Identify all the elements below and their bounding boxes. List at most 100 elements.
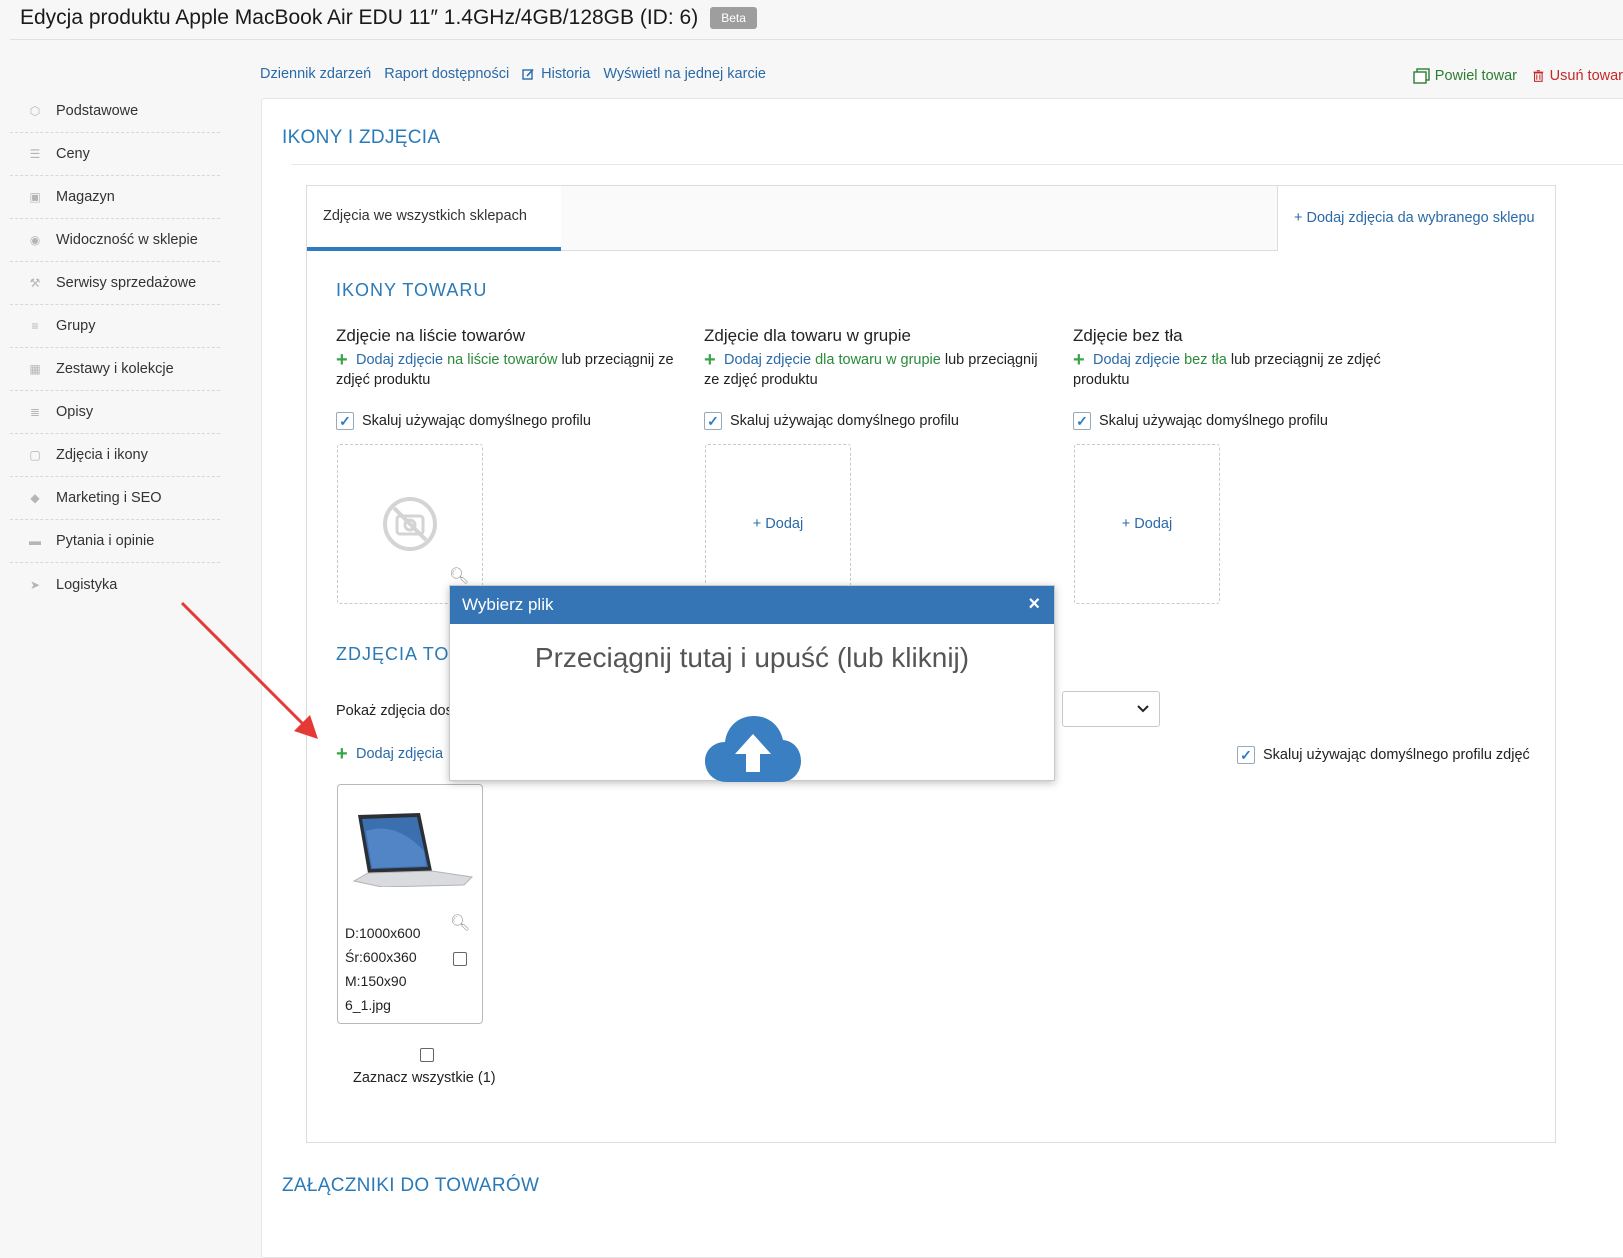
photo-select-checkbox[interactable]	[453, 952, 467, 971]
photo-size-m: M:150x90	[345, 973, 407, 989]
checkbox-box	[453, 952, 467, 966]
scale-photos-checkbox[interactable]: ✓	[1237, 746, 1255, 764]
sidebar-item-marketing[interactable]: ◆ Marketing i SEO	[10, 477, 220, 520]
scale-label: Skaluj używając domyślnego profilu	[1099, 413, 1328, 429]
column-description: + Dodaj zdjęcie bez tła lub przeciągnij z…	[1073, 350, 1433, 390]
history-link[interactable]: Historia	[522, 66, 590, 82]
plus-icon: +	[704, 349, 716, 371]
sidebar-item-groups[interactable]: ≡ Grupy	[10, 305, 220, 348]
scale-option: ✓ Skaluj używając domyślnego profilu	[1073, 412, 1433, 430]
column-hint: lub przeciągnij ze zdjęć	[1230, 352, 1381, 368]
journal-link[interactable]: Dziennik zdarzeń	[260, 66, 371, 82]
drop-zone[interactable]: Przeciągnij tutaj i upuść (lub kliknij)	[450, 624, 1054, 782]
show-photos-label: Pokaż zdjęcia dost	[336, 703, 457, 719]
page-title-text: Edycja produktu Apple MacBook Air EDU 11…	[20, 6, 699, 29]
photo-filename: 6_1.jpg	[345, 997, 391, 1013]
shop-filter-select[interactable]	[1062, 691, 1160, 727]
icon-column-list: Zdjęcie na liście towarów + Dodaj zdjęcie…	[336, 326, 696, 430]
sidebar-item-label: Ceny	[56, 146, 90, 162]
zoom-icon[interactable]: 🔍︎	[450, 913, 470, 933]
attachments-section-title: ZAŁĄCZNIKI DO TOWARÓW	[282, 1175, 540, 1196]
sidebar-item-questions[interactable]: ▬ Pytania i opinie	[10, 520, 220, 563]
header-divider	[10, 39, 1623, 40]
section-title: IKONY I ZDJĘCIA	[282, 127, 441, 148]
tag-icon: ◆	[30, 491, 40, 505]
add-photos-link[interactable]: Dodaj zdjęcia	[356, 746, 443, 762]
sidebar-item-label: Pytania i opinie	[56, 533, 155, 549]
close-icon[interactable]: ×	[1028, 593, 1040, 616]
column-context: bez tła	[1184, 352, 1227, 368]
chevron-down-icon	[1137, 705, 1149, 713]
edit-icon	[522, 68, 534, 80]
icon-no-bg-dropzone[interactable]: + Dodaj	[1074, 444, 1220, 604]
plus-icon: +	[1073, 349, 1085, 371]
scale-label: Skaluj używając domyślnego profilu	[730, 413, 959, 429]
delete-product-button[interactable]: Usuń towar	[1533, 68, 1623, 84]
column-title: Zdjęcie dla towaru w grupie	[704, 326, 911, 345]
column-hint-2: ze zdjęć produktu	[704, 372, 818, 388]
photo-size-d: D:1000x600	[345, 925, 421, 941]
scale-option: ✓ Skaluj używając domyślnego profilu	[704, 412, 1064, 430]
annotation-arrow-icon	[180, 601, 318, 739]
sidebar-item-label: Widoczność w sklepie	[56, 232, 198, 248]
sidebar-item-label: Grupy	[56, 318, 96, 334]
duplicate-label: Powiel towar	[1434, 68, 1517, 84]
column-context: dla towaru w grupie	[815, 352, 941, 368]
column-hint: lub przeciągnij ze	[561, 352, 674, 368]
sidebar-item-basic[interactable]: ⬡ Podstawowe	[10, 90, 220, 133]
modal-header: Wybierz plik	[450, 586, 1054, 624]
availability-report-link[interactable]: Raport dostępności	[384, 66, 509, 82]
history-label: Historia	[541, 66, 591, 82]
zoom-icon[interactable]: 🔍︎	[449, 566, 469, 586]
sidebar-item-visibility[interactable]: ◉ Widoczność w sklepie	[10, 219, 220, 262]
sidebar-item-sales-services[interactable]: ⚒ Serwisy sprzedażowe	[10, 262, 220, 305]
column-description: + Dodaj zdjęcie dla towaru w grupie lub p…	[704, 350, 1064, 390]
drop-zone-text: Przeciągnij tutaj i upuść (lub kliknij)	[534, 642, 970, 673]
add-photo-link[interactable]: Dodaj zdjęcie	[356, 352, 443, 368]
scale-checkbox[interactable]: ✓	[336, 412, 354, 430]
column-context: na liście towarów	[447, 352, 558, 368]
product-actions: Powiel towar Usuń towar	[1413, 68, 1623, 84]
sidebar-item-label: Serwisy sprzedażowe	[56, 275, 197, 291]
add-photo-link[interactable]: Dodaj zdjęcie	[724, 352, 811, 368]
section-divider	[292, 164, 1623, 165]
layers-icon: ≡	[31, 319, 39, 333]
sidebar: ⬡ Podstawowe ☰ Ceny ▣ Magazyn ◉ Widoczność w…	[10, 90, 220, 606]
plus-icon: +	[336, 349, 348, 371]
sidebar-item-label: Magazyn	[56, 189, 115, 205]
photos-section-title: ZDJĘCIA TOW	[336, 644, 468, 664]
icons-section-title: IKONY TOWARU	[336, 280, 488, 300]
checkbox-box	[420, 1048, 434, 1062]
sidebar-item-sets[interactable]: ▦ Zestawy i kolekcje	[10, 348, 220, 391]
sidebar-item-descriptions[interactable]: ≣ Opisy	[10, 391, 220, 434]
scale-checkbox[interactable]: ✓	[1073, 412, 1091, 430]
file-picker-modal: Wybierz plik × Przeciągnij tutaj i upuść…	[449, 585, 1055, 782]
scale-option: ✓ Skaluj używając domyślnego profilu	[336, 412, 696, 430]
sidebar-item-warehouse[interactable]: ▣ Magazyn	[10, 176, 220, 219]
sidebar-item-label: Zdjęcia i ikony	[56, 447, 148, 463]
single-card-link[interactable]: Wyświetl na jednej karcie	[603, 66, 766, 82]
product-photo	[352, 813, 474, 887]
plane-icon: ➤	[29, 577, 41, 592]
scale-label: Skaluj używając domyślnego profilu	[362, 413, 591, 429]
sidebar-item-label: Logistyka	[56, 576, 118, 593]
select-all-checkbox[interactable]	[420, 1048, 434, 1067]
duplicate-product-button[interactable]: Powiel towar	[1413, 68, 1517, 84]
icon-group-dropzone[interactable]: + Dodaj	[705, 444, 851, 604]
trash-icon	[1533, 70, 1544, 82]
scale-photos-label: Skaluj używając domyślnego profilu zdjęć	[1263, 747, 1530, 763]
column-title: Zdjęcie bez tła	[1073, 326, 1183, 345]
add-photo-link[interactable]: Dodaj zdjęcie	[1093, 352, 1180, 368]
sidebar-item-label: Zestawy i kolekcje	[56, 361, 174, 377]
icon-column-group: Zdjęcie dla towaru w grupie + Dodaj zdjęc…	[704, 326, 1064, 430]
sidebar-item-photos[interactable]: ▢ Zdjęcia i ikony	[10, 434, 220, 477]
sidebar-item-prices[interactable]: ☰ Ceny	[10, 133, 220, 176]
beta-badge: Beta	[710, 7, 757, 29]
product-photo-card[interactable]: 🔍︎ D:1000x600 Śr:600x360 M:150x90 6_1.jp…	[337, 784, 483, 1024]
cloud-upload-icon	[705, 716, 801, 782]
camera-icon: ▢	[29, 448, 41, 462]
scale-checkbox[interactable]: ✓	[704, 412, 722, 430]
tab-all-shops[interactable]: Zdjęcia we wszystkich sklepach	[307, 186, 561, 251]
column-hint-2: produktu	[1073, 372, 1130, 388]
add-shop-photos-link[interactable]: + Dodaj zdjęcia da wybranego sklepu	[1277, 186, 1555, 251]
